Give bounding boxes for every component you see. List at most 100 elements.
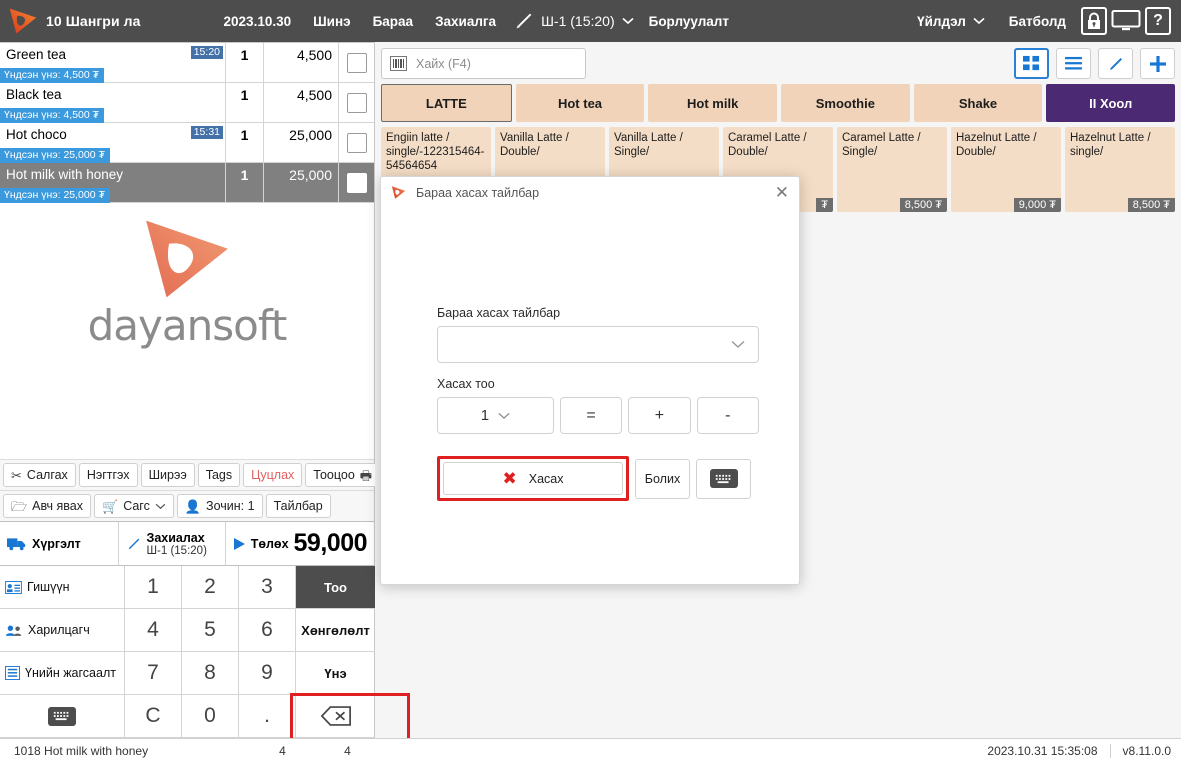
reason-select[interactable] xyxy=(437,326,759,363)
qty-value: 1 xyxy=(480,407,490,424)
order-item-checkbox[interactable] xyxy=(338,123,374,162)
backspace-button[interactable] xyxy=(296,695,375,738)
customers-button[interactable]: Харилцагч xyxy=(0,609,125,652)
numpad-key-2[interactable]: 2 xyxy=(182,566,239,609)
numpad-key-7[interactable]: 7 xyxy=(125,652,182,695)
edit-button[interactable] xyxy=(1098,48,1133,79)
dialog-keyboard-button[interactable] xyxy=(696,458,751,499)
top-bar: 10 Шангри ла 2023.10.30 Шинэ Бараа Захиа… xyxy=(0,0,1181,42)
numpad-key-5[interactable]: 5 xyxy=(182,609,239,652)
bill-label: Тооцоо xyxy=(313,468,355,482)
pencil-icon[interactable] xyxy=(513,10,535,32)
menu-item-new[interactable]: Шинэ xyxy=(302,0,361,42)
tab-hot-milk[interactable]: Hot milk xyxy=(648,84,778,122)
dayansoft-logo-icon xyxy=(9,8,37,34)
bill-button[interactable]: Тооцоо 🖶 xyxy=(305,463,381,487)
cart-button[interactable]: 🛒 Сагс xyxy=(94,494,174,518)
pay-label: Төлөх xyxy=(250,536,289,551)
list-view-button[interactable] xyxy=(1056,48,1091,79)
dialog-body: Бараа хасах тайлбар Хасах тоо 1 = + - ✖ … xyxy=(381,208,799,501)
numpad-key-8[interactable]: 8 xyxy=(182,652,239,695)
pencil-icon xyxy=(1109,57,1122,70)
numpad-key-1[interactable]: 1 xyxy=(125,566,182,609)
keyboard-icon xyxy=(709,469,738,488)
search-input[interactable]: Хайх (F4) xyxy=(381,48,586,79)
search-row: Хайх (F4) xyxy=(375,42,1181,84)
help-button[interactable]: ? xyxy=(1143,6,1173,36)
member-card-icon xyxy=(5,580,22,594)
user-name[interactable]: Батболд xyxy=(998,0,1077,42)
product-card[interactable]: Hazelnut Latte / Double/ 9,000 ₮ xyxy=(951,127,1061,212)
store-name: 10 Шангри ла xyxy=(46,13,141,29)
status-item: 1018 Hot milk with honey xyxy=(14,744,149,758)
note-button[interactable]: Тайлбар xyxy=(265,494,331,518)
member-button[interactable]: Гишүүн xyxy=(0,566,125,609)
chevron-down-icon xyxy=(622,17,634,25)
cancel-order-button[interactable]: Цуцлах xyxy=(243,463,303,487)
qty-minus-button[interactable]: - xyxy=(696,397,760,434)
order-item-name: Hot milk with honey xyxy=(6,167,124,182)
numpad-key-clear[interactable]: C xyxy=(125,695,182,738)
mode-sales[interactable]: Борлуулалт xyxy=(638,0,740,42)
close-icon[interactable]: ✕ xyxy=(775,184,789,201)
table-row[interactable]: Hot choco Үндсэн үнэ: 25,000 ₮ 15:31 1 2… xyxy=(0,123,374,163)
session-selector[interactable]: Ш-1 (15:20) xyxy=(537,13,638,29)
product-price: ₮ xyxy=(816,198,833,212)
numpad-key-3[interactable]: 3 xyxy=(239,566,296,609)
tags-button[interactable]: Tags xyxy=(197,463,241,487)
total-bar: Хүргэлт Захиалах Ш-1 (15:20) Төлөх 59,00… xyxy=(0,521,374,566)
price-button[interactable]: Үнэ xyxy=(296,652,375,695)
session-label: Ш-1 (15:20) xyxy=(541,13,615,29)
grid-view-button[interactable] xyxy=(1014,48,1049,79)
merge-button[interactable]: Нэгтгэх xyxy=(78,463,138,487)
qty-plus-button[interactable]: + xyxy=(628,397,691,434)
order-item-checkbox[interactable] xyxy=(338,43,374,82)
menu-item-goods[interactable]: Бараа xyxy=(362,0,424,42)
order-item-name-cell: Hot milk with honey Үндсэн үнэ: 25,000 ₮ xyxy=(0,163,225,203)
numpad-key-0[interactable]: 0 xyxy=(182,695,239,738)
cancel-order-label: Цуцлах xyxy=(251,468,295,482)
tab-hot-tea[interactable]: Hot tea xyxy=(515,84,645,122)
discount-button[interactable]: Хөнгөлөлт xyxy=(296,609,375,652)
numpad-key-9[interactable]: 9 xyxy=(239,652,296,695)
numpad-key-6[interactable]: 6 xyxy=(239,609,296,652)
numpad: Гишүүн 1 2 3 Тоо Харилцагч 4 5 6 Хөнгөлө… xyxy=(0,566,375,738)
qty-mode-button[interactable]: Тоо xyxy=(296,566,375,609)
cancel-button[interactable]: Болих xyxy=(635,458,690,499)
printer-icon: 🖶 xyxy=(359,467,373,483)
confirm-remove-button[interactable]: ✖ Хасах xyxy=(443,462,623,495)
keyboard-button[interactable] xyxy=(0,695,125,738)
table-row[interactable]: Black tea Үндсэн үнэ: 4,500 ₮ 1 4,500 xyxy=(0,83,374,123)
tab-latte[interactable]: LATTE xyxy=(381,84,512,122)
dayansoft-logo-icon xyxy=(391,186,406,199)
tab-ii-khool[interactable]: II Хоол xyxy=(1046,84,1176,122)
delivery-button[interactable]: Хүргэлт xyxy=(0,522,119,565)
table-row[interactable]: Hot milk with honey Үндсэн үнэ: 25,000 ₮… xyxy=(0,163,374,203)
order-item-checkbox[interactable] xyxy=(338,163,374,202)
qty-equals-button[interactable]: = xyxy=(559,397,623,434)
list-icon xyxy=(1065,56,1082,70)
numpad-key-dot[interactable]: . xyxy=(239,695,296,738)
tab-smoothie[interactable]: Smoothie xyxy=(781,84,910,122)
guests-button[interactable]: 👤 Зочин: 1 xyxy=(176,494,263,518)
qty-stepper[interactable]: 1 xyxy=(437,397,554,434)
table-button[interactable]: Ширээ xyxy=(140,463,195,487)
lock-button[interactable] xyxy=(1079,6,1109,36)
order-item-name-cell: Black tea Үндсэн үнэ: 4,500 ₮ xyxy=(0,83,225,123)
product-card[interactable]: Hazelnut Latte / single/ 8,500 ₮ xyxy=(1065,127,1175,212)
takeaway-button[interactable]: 🗁 Авч явах xyxy=(3,494,91,518)
order-button[interactable]: Захиалах Ш-1 (15:20) xyxy=(119,522,226,565)
tab-shake[interactable]: Shake xyxy=(913,84,1043,122)
numpad-key-4[interactable]: 4 xyxy=(125,609,182,652)
add-button[interactable] xyxy=(1140,48,1175,79)
monitor-button[interactable] xyxy=(1111,6,1141,36)
product-card[interactable]: Caramel Latte / Single/ 8,500 ₮ xyxy=(837,127,947,212)
cart-icon: 🛒 xyxy=(102,498,119,514)
pay-button[interactable]: Төлөх 59,000 xyxy=(226,522,374,565)
action-menu[interactable]: Үйлдэл xyxy=(906,0,996,42)
menu-item-order[interactable]: Захиалга xyxy=(424,0,507,42)
table-row[interactable]: Green tea Үндсэн үнэ: 4,500 ₮ 15:20 1 4,… xyxy=(0,43,374,83)
price-list-button[interactable]: Үнийн жагсаалт xyxy=(0,652,125,695)
split-button[interactable]: ✂ Салгах xyxy=(3,463,76,487)
order-item-checkbox[interactable] xyxy=(338,83,374,122)
